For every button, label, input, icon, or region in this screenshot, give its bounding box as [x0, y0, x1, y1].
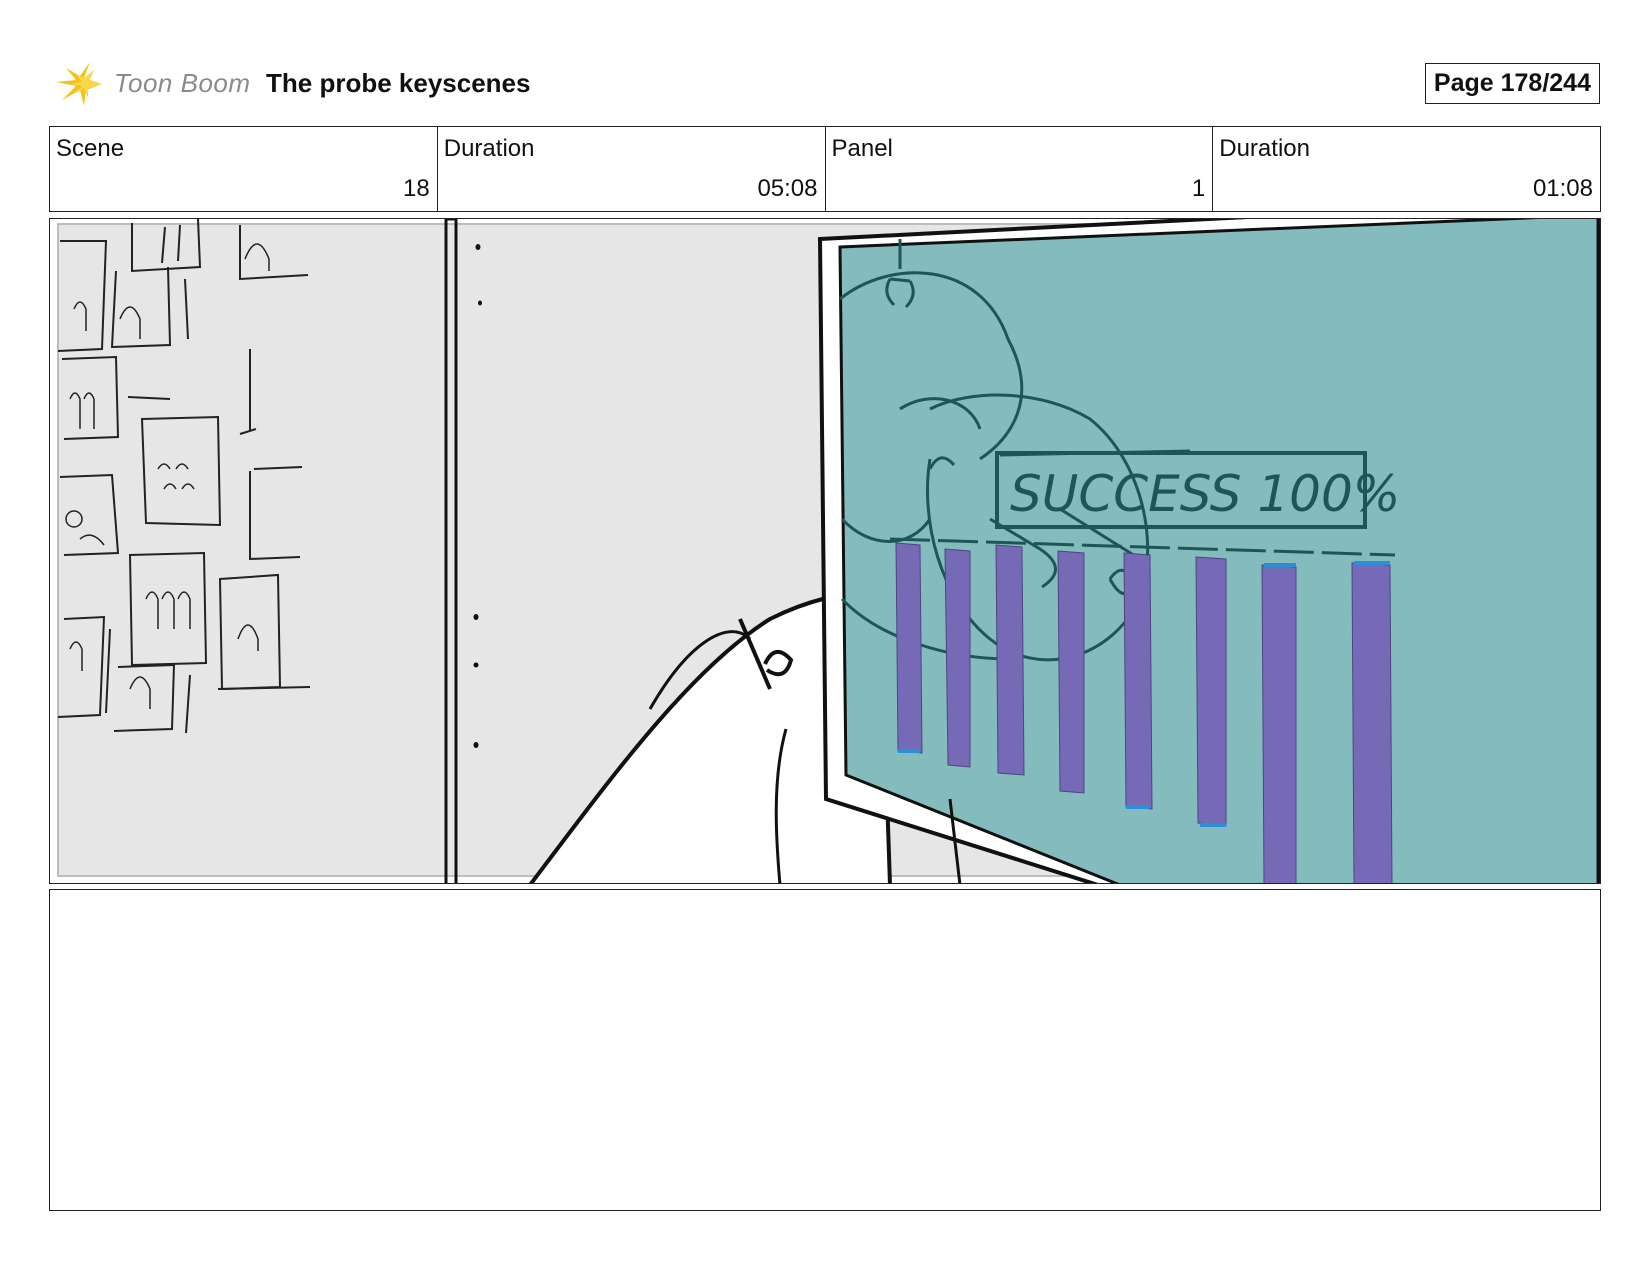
panel-cell: Panel 1	[826, 127, 1214, 211]
panel-duration-label: Duration	[1219, 135, 1310, 162]
page-header: Toon Boom The probe keyscenes Page 178/2…	[50, 58, 1600, 108]
document-title: The probe keyscenes	[266, 68, 531, 98]
toon-boom-logo: Toon Boom	[54, 60, 254, 108]
panel-drawing: SUCCESS 100%	[50, 219, 1600, 883]
scene-duration-value: 05:08	[757, 175, 818, 202]
storyboard-panel: SUCCESS 100%	[49, 218, 1601, 884]
scene-duration-cell: Duration 05:08	[438, 127, 826, 211]
scene-info-table: Scene 18 Duration 05:08 Panel 1 Duration…	[49, 126, 1601, 212]
star-burst-icon	[56, 62, 102, 106]
panel-duration-cell: Duration 01:08	[1213, 127, 1600, 211]
screen-success-text: SUCCESS 100%	[1010, 465, 1400, 523]
scene-duration-label: Duration	[443, 135, 535, 162]
page-indicator: Page 178/244	[1424, 63, 1600, 104]
panel-value: 1	[1191, 175, 1206, 202]
scene-label: Scene	[56, 135, 125, 162]
panel-notes-area	[49, 889, 1601, 1211]
scene-cell: Scene 18	[50, 127, 438, 211]
scene-value: 18	[403, 175, 430, 202]
panel-duration-value: 01:08	[1532, 175, 1593, 202]
panel-label: Panel	[831, 135, 893, 162]
logo-text: Toon Boom	[114, 68, 251, 98]
